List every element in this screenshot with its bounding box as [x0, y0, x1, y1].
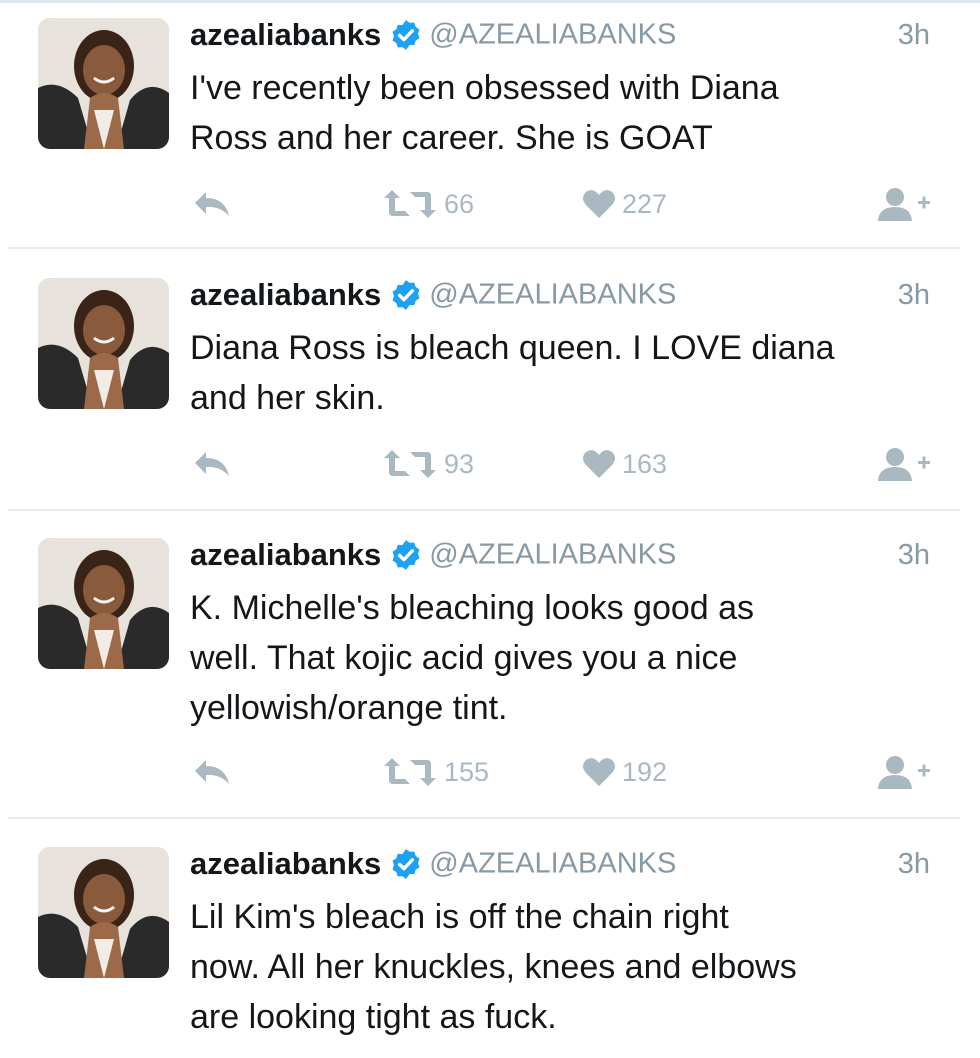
- follow-button[interactable]: [876, 752, 934, 792]
- retweet-count: 66: [444, 188, 475, 219]
- tweet[interactable]: azealiabanks @AZEALIABANKS 3h I've recent…: [0, 3, 980, 249]
- divider: [8, 509, 960, 511]
- tweet-text-line: I've recently been obsessed with Diana: [190, 69, 779, 107]
- tweet-text: Diana Ross is bleach queen. I LOVE diana…: [190, 323, 950, 423]
- tweet-text: Lil Kim's bleach is off the chain right …: [190, 892, 950, 1042]
- like-count: 227: [622, 188, 668, 219]
- tweet-text-line: Diana Ross is bleach queen. I LOVE diana: [190, 329, 835, 367]
- reply-button[interactable]: [192, 184, 232, 224]
- retweet-button[interactable]: 93: [382, 444, 474, 484]
- tweet[interactable]: azealiabanks @AZEALIABANKS 3h Diana Ross …: [0, 263, 980, 511]
- tweet-text-line: Lil Kim's bleach is off the chain right: [190, 898, 729, 936]
- avatar[interactable]: [38, 847, 169, 978]
- heart-icon: [583, 758, 615, 786]
- like-button[interactable]: 227: [582, 184, 667, 224]
- tweet-text-line: yellowish/orange tint.: [190, 689, 508, 727]
- follow-user-icon: [878, 448, 930, 481]
- verified-badge-icon: [389, 847, 423, 881]
- follow-button[interactable]: [876, 444, 934, 484]
- avatar[interactable]: [38, 18, 169, 149]
- user-handle[interactable]: @AZEALIABANKS: [429, 539, 676, 571]
- retweet-button[interactable]: 155: [382, 752, 489, 792]
- retweet-count: 155: [444, 756, 490, 787]
- user-handle[interactable]: @AZEALIABANKS: [429, 279, 676, 311]
- username[interactable]: azealiabanks: [190, 846, 381, 881]
- tweet-actions: 155 192: [0, 752, 980, 792]
- tweet-text: K. Michelle's bleaching looks good as we…: [190, 583, 950, 733]
- tweet-text: I've recently been obsessed with Diana R…: [190, 63, 950, 163]
- follow-user-icon: [878, 756, 930, 789]
- tweet-text-line: now. All her knuckles, knees and elbows: [190, 948, 797, 986]
- follow-button[interactable]: [876, 184, 934, 224]
- tweet-text-line: and her skin.: [190, 379, 385, 417]
- timestamp[interactable]: 3h: [898, 19, 930, 52]
- heart-icon: [583, 450, 615, 478]
- tweet-feed: azealiabanks @AZEALIABANKS 3h I've recent…: [0, 0, 980, 1055]
- divider: [8, 817, 960, 819]
- timestamp[interactable]: 3h: [898, 848, 930, 881]
- avatar[interactable]: [38, 538, 169, 669]
- reply-icon: [195, 760, 229, 784]
- retweet-button[interactable]: 66: [382, 184, 474, 224]
- tweet-text-line: well. That kojic acid gives you a nice: [190, 639, 738, 677]
- retweet-icon: [384, 758, 436, 786]
- tweet-text-line: are looking tight as fuck.: [190, 998, 557, 1036]
- retweet-count: 93: [444, 448, 475, 479]
- retweet-icon: [384, 450, 436, 478]
- like-button[interactable]: 163: [582, 444, 667, 484]
- tweet-text-line: K. Michelle's bleaching looks good as: [190, 589, 755, 627]
- like-button[interactable]: 192: [582, 752, 667, 792]
- avatar[interactable]: [38, 278, 169, 409]
- divider: [8, 247, 960, 249]
- verified-badge-icon: [389, 18, 423, 52]
- tweet-actions: 66 227: [0, 184, 980, 224]
- follow-user-icon: [878, 188, 930, 221]
- username[interactable]: azealiabanks: [190, 17, 381, 52]
- timestamp[interactable]: 3h: [898, 279, 930, 312]
- reply-button[interactable]: [192, 444, 232, 484]
- heart-icon: [583, 190, 615, 218]
- like-count: 192: [622, 756, 668, 787]
- reply-icon: [195, 452, 229, 476]
- reply-icon: [195, 192, 229, 216]
- tweet[interactable]: azealiabanks @AZEALIABANKS 3h Lil Kim's b…: [0, 832, 980, 1058]
- user-handle[interactable]: @AZEALIABANKS: [429, 19, 676, 51]
- tweet-text-line: Ross and her career. She is GOAT: [190, 119, 713, 157]
- verified-badge-icon: [389, 538, 423, 572]
- like-count: 163: [622, 448, 668, 479]
- verified-badge-icon: [389, 278, 423, 312]
- user-handle[interactable]: @AZEALIABANKS: [429, 848, 676, 880]
- username[interactable]: azealiabanks: [190, 277, 381, 312]
- retweet-icon: [384, 190, 436, 218]
- reply-button[interactable]: [192, 752, 232, 792]
- tweet-actions: 93 163: [0, 444, 980, 484]
- tweet[interactable]: azealiabanks @AZEALIABANKS 3h K. Michelle…: [0, 523, 980, 819]
- username[interactable]: azealiabanks: [190, 537, 381, 572]
- timestamp[interactable]: 3h: [898, 539, 930, 572]
